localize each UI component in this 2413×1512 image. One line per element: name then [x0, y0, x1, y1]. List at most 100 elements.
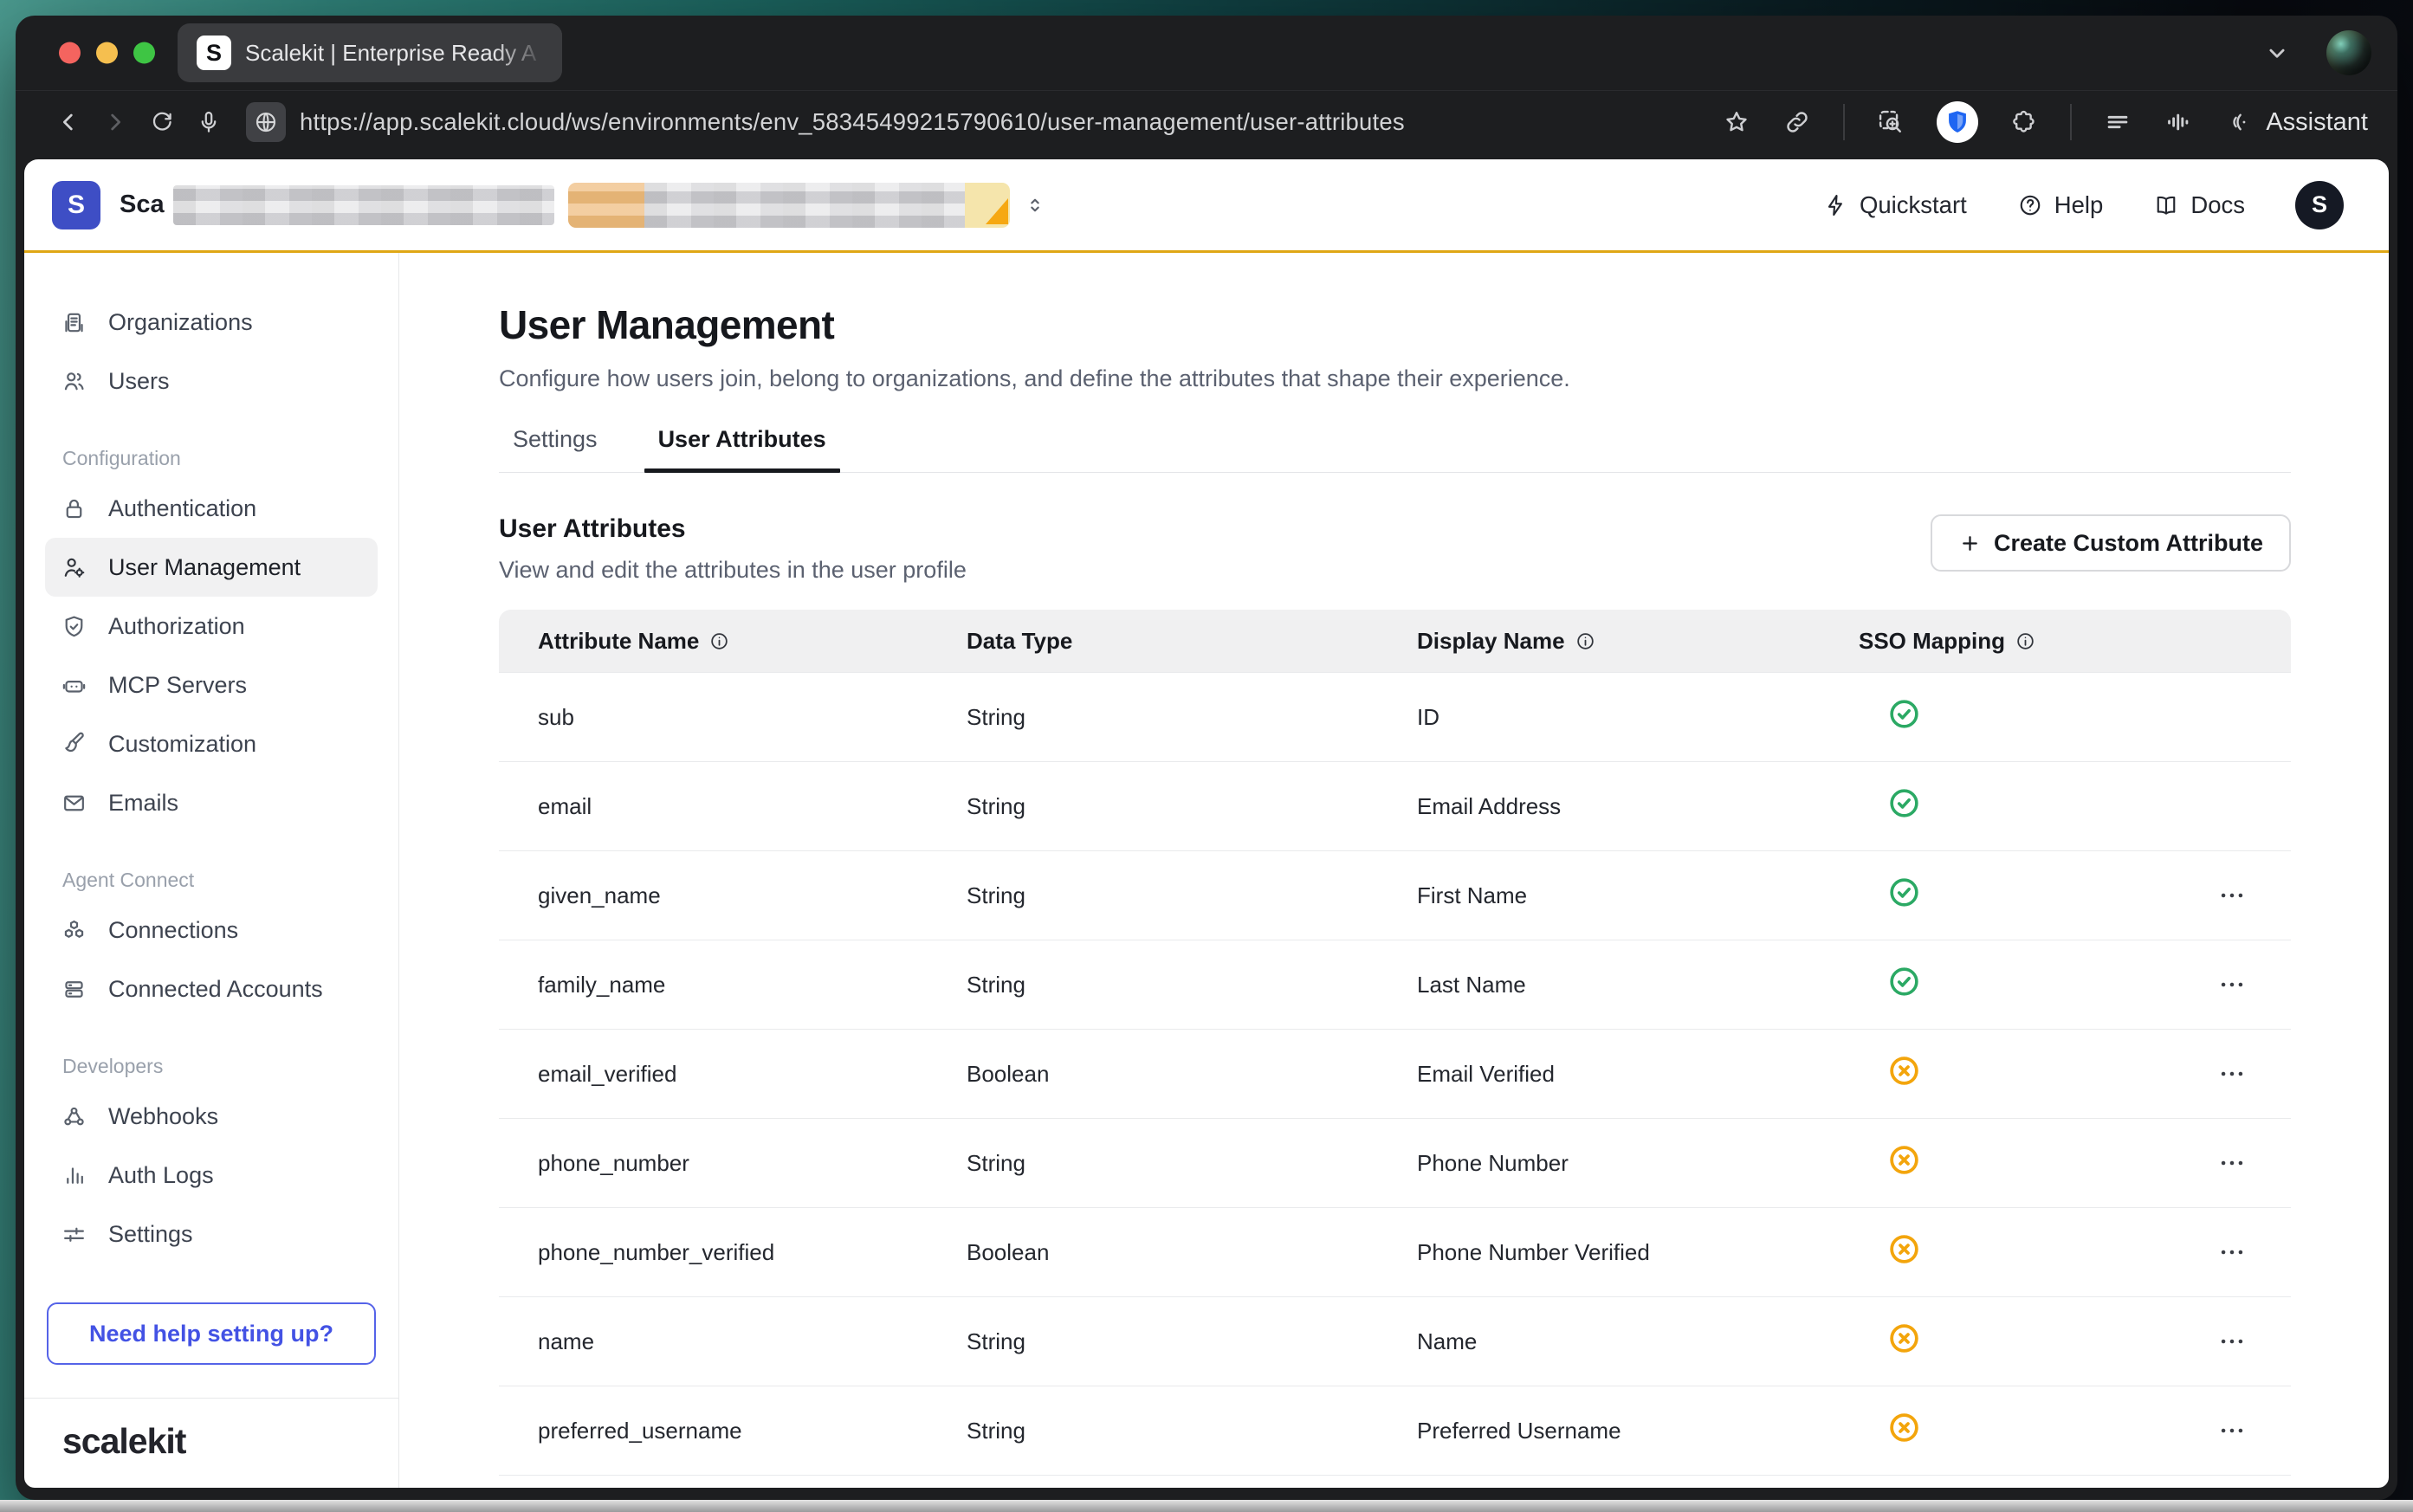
cell-sso-mapping [1859, 785, 2153, 827]
sidebar-item-webhooks[interactable]: Webhooks [45, 1087, 378, 1146]
row-menu-button[interactable] [2213, 1144, 2251, 1182]
password-manager-extension-button[interactable] [1937, 101, 1978, 143]
cell-display-name: Email Address [1417, 793, 1859, 820]
sso-disabled-x-icon [1886, 1142, 1922, 1178]
row-menu-button[interactable] [2213, 1055, 2251, 1093]
minimize-window-button[interactable] [96, 42, 118, 64]
sidebar-item-label: Webhooks [108, 1103, 218, 1130]
row-menu-button[interactable] [2213, 1412, 2251, 1450]
cell-actions [2153, 1055, 2291, 1093]
section-header: User Attributes View and edit the attrib… [499, 514, 2291, 584]
shield-icon [1943, 107, 1972, 137]
zoom-window-button[interactable] [133, 42, 155, 64]
sidebar-item-label: Connections [108, 917, 238, 944]
column-header-display-name: Display Name [1417, 628, 1859, 655]
workspace-environment-switcher[interactable]: Sca [120, 183, 1046, 228]
cell-sso-mapping [1859, 696, 2153, 738]
sidebar-item-label: Customization [108, 731, 256, 758]
sidebar-item-connections[interactable]: Connections [45, 901, 378, 960]
need-help-button[interactable]: Need help setting up? [47, 1302, 376, 1365]
sidebar-item-settings[interactable]: Settings [45, 1205, 378, 1263]
header-action-docs[interactable]: Docs [2153, 191, 2245, 219]
close-window-button[interactable] [59, 42, 81, 64]
reader-mode-icon[interactable] [2103, 107, 2132, 137]
row-menu-button[interactable] [2213, 1322, 2251, 1360]
site-info-button[interactable] [246, 102, 286, 142]
tab-favicon: S [197, 36, 231, 70]
sidebar-item-auth-logs[interactable]: Auth Logs [45, 1146, 378, 1205]
column-header-data-type: Data Type [967, 628, 1417, 655]
sidebar-item-mcp-servers[interactable]: MCP Servers [45, 656, 378, 714]
section-title: User Attributes [499, 514, 967, 544]
info-icon[interactable] [2015, 630, 2036, 652]
back-button[interactable] [45, 99, 92, 145]
sidebar-item-emails[interactable]: Emails [45, 773, 378, 832]
cell-sso-mapping [1859, 875, 2153, 916]
cell-sso-mapping [1859, 1410, 2153, 1451]
sso-enabled-check-icon [1886, 785, 1922, 821]
forward-button[interactable] [92, 99, 139, 145]
cell-data-type: String [967, 1150, 1417, 1177]
sidebar-item-authentication[interactable]: Authentication [45, 479, 378, 538]
cell-actions [2153, 1233, 2291, 1271]
section-subtitle: View and edit the attributes in the user… [499, 557, 967, 584]
create-custom-attribute-button[interactable]: Create Custom Attribute [1931, 514, 2291, 572]
browser-profile-avatar[interactable] [2326, 30, 2371, 75]
cell-actions [2153, 1322, 2291, 1360]
row-menu-button[interactable] [2213, 966, 2251, 1004]
header-action-quickstart[interactable]: Quickstart [1822, 191, 1967, 219]
cell-attribute-name: sub [499, 704, 967, 731]
info-icon[interactable] [1575, 630, 1596, 652]
sidebar-item-connected-accounts[interactable]: Connected Accounts [45, 960, 378, 1018]
ellipsis-icon [2217, 1059, 2247, 1089]
tab-user-attributes[interactable]: User Attributes [644, 426, 840, 472]
sidebar: OrganizationsUsersConfigurationAuthentic… [24, 253, 399, 1488]
waveform-icon[interactable] [2164, 107, 2193, 137]
select-chevrons-icon [1024, 194, 1046, 216]
extensions-icon[interactable] [2009, 107, 2039, 137]
back-icon [55, 108, 82, 136]
header-actions: Quickstart Help Docs S [1822, 181, 2344, 229]
copy-link-icon[interactable] [1782, 107, 1812, 137]
header-action-label: Docs [2190, 191, 2245, 219]
user-avatar[interactable]: S [2295, 181, 2344, 229]
scalekit-logo: S [52, 181, 100, 229]
sidebar-item-label: Settings [108, 1221, 193, 1248]
cell-actions [2153, 1412, 2291, 1450]
find-in-page-icon[interactable] [1876, 107, 1905, 137]
cell-actions [2153, 876, 2291, 914]
microphone-button[interactable] [185, 99, 232, 145]
info-icon[interactable] [708, 630, 730, 652]
sidebar-item-customization[interactable]: Customization [45, 714, 378, 773]
sidebar-item-user-management[interactable]: User Management [45, 538, 378, 597]
sidebar-section-agent-connect: Agent Connect [24, 869, 398, 892]
reload-button[interactable] [139, 99, 185, 145]
assistant-button[interactable]: Assistant [2224, 107, 2368, 137]
sidebar-item-users[interactable]: Users [45, 352, 378, 410]
sidebar-footer: Need help setting up? scalekit [24, 1302, 398, 1488]
cell-sso-mapping [1859, 1142, 2153, 1184]
page-subtitle: Configure how users join, belong to orga… [499, 362, 2291, 395]
cell-sso-mapping [1859, 964, 2153, 1005]
sidebar-item-authorization[interactable]: Authorization [45, 597, 378, 656]
sso-enabled-check-icon [1886, 875, 1922, 910]
sidebar-item-organizations[interactable]: Organizations [45, 293, 378, 352]
sso-enabled-check-icon [1886, 696, 1922, 732]
cell-display-name: Email Verified [1417, 1061, 1859, 1088]
row-menu-button[interactable] [2213, 1233, 2251, 1271]
cell-attribute-name: name [499, 1328, 967, 1355]
chevron-down-icon[interactable] [2262, 38, 2292, 68]
tab-settings[interactable]: Settings [499, 426, 611, 472]
browser-toolbar: https://app.scalekit.cloud/ws/environmen… [16, 91, 2397, 153]
cell-data-type: String [967, 972, 1417, 998]
tab-bar: Settings User Attributes [499, 426, 2291, 473]
browser-tab[interactable]: S Scalekit | Enterprise Ready A [178, 23, 562, 82]
header-action-help[interactable]: Help [2017, 191, 2104, 219]
sidebar-item-label: Connected Accounts [108, 976, 323, 1003]
header-action-label: Help [2054, 191, 2104, 219]
row-menu-button[interactable] [2213, 876, 2251, 914]
bookmark-star-icon[interactable] [1722, 107, 1751, 137]
window-controls [59, 42, 155, 64]
users-icon [61, 368, 87, 395]
address-bar[interactable]: https://app.scalekit.cloud/ws/environmen… [300, 108, 1722, 136]
